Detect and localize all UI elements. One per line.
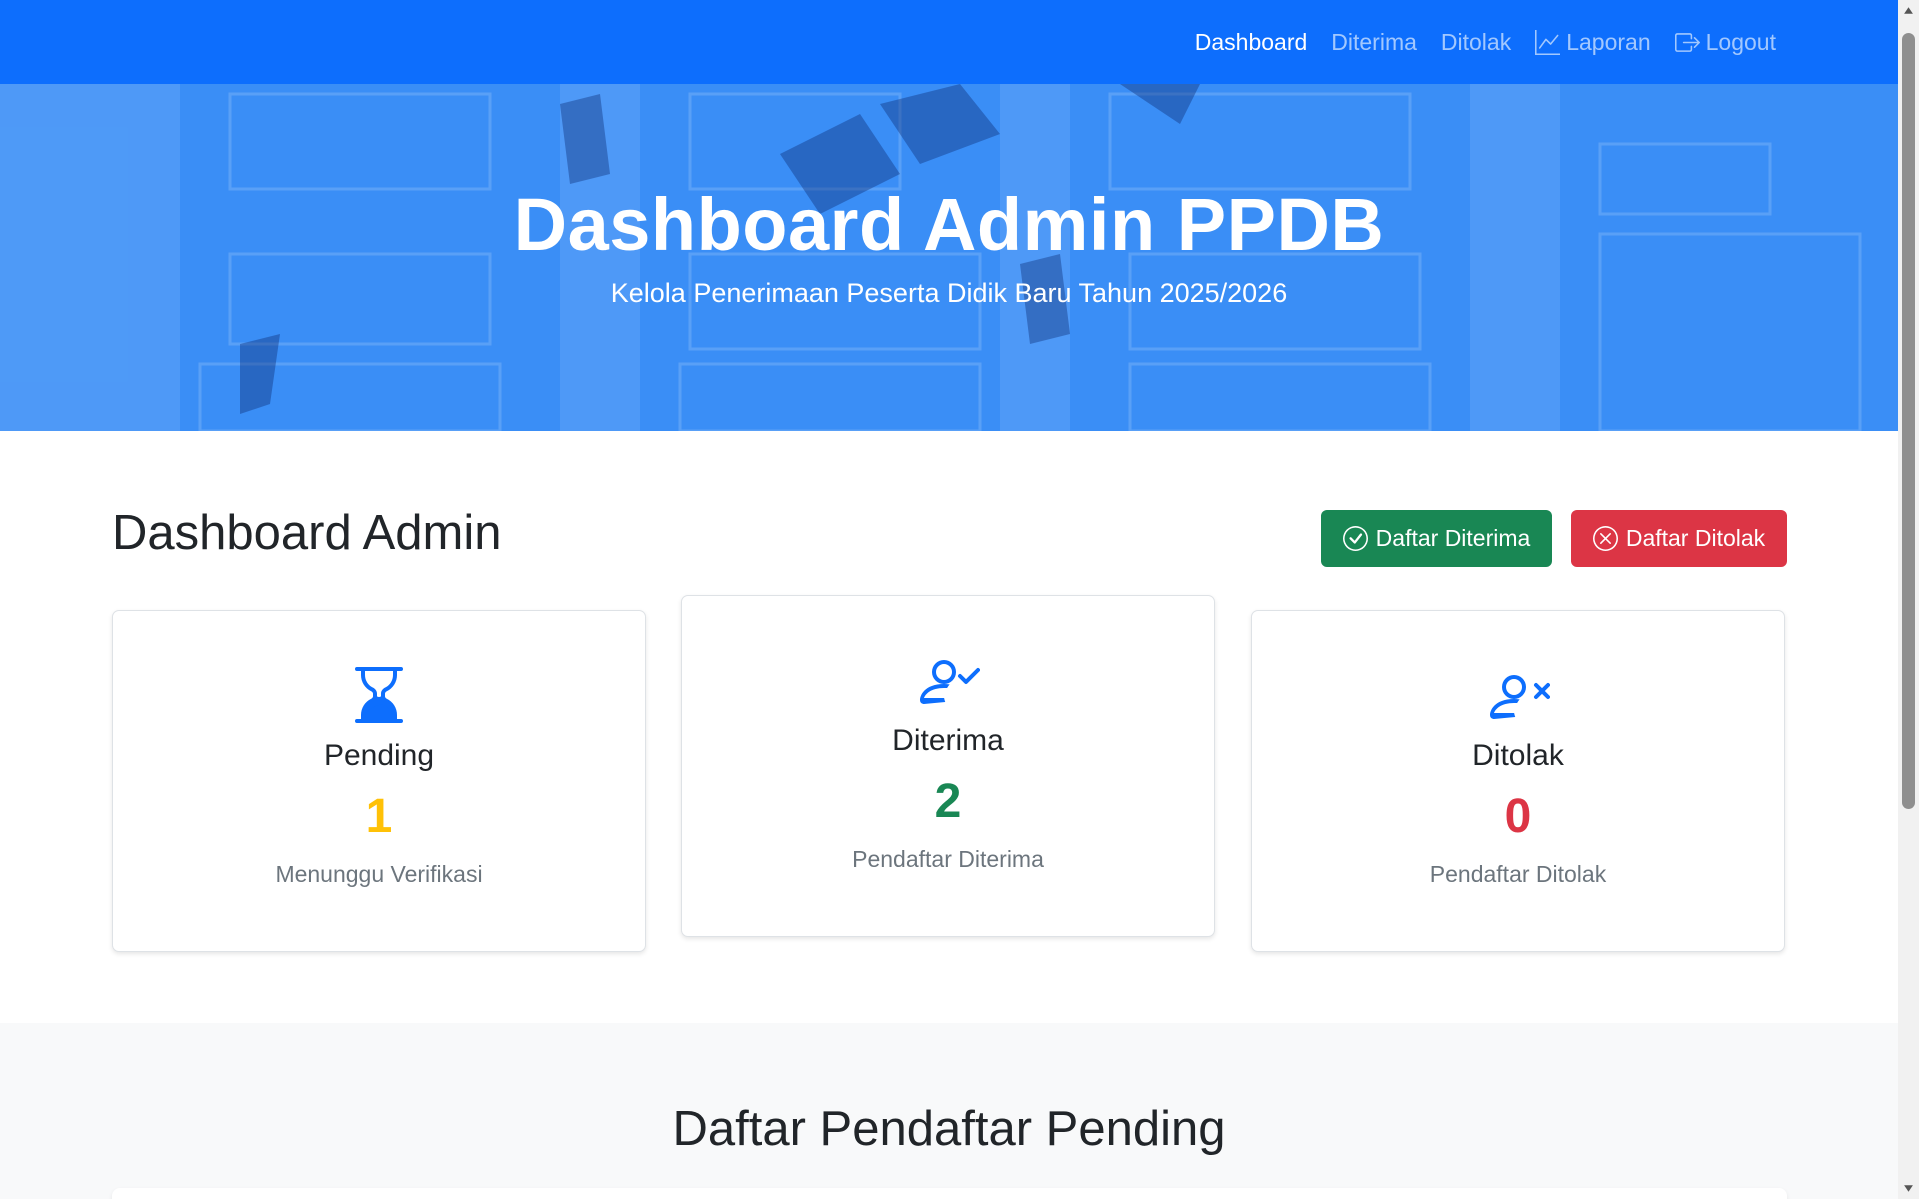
daftar-ditolak-button[interactable]: Daftar Ditolak [1571,510,1787,567]
nav-links: Dashboard Diterima Ditolak Laporan Logou… [1171,0,1776,84]
hero-subtitle: Kelola Penerimaan Peserta Didik Baru Tah… [610,278,1288,308]
graph-up-icon [1535,29,1561,55]
nav-link-dashboard-label: Dashboard [1194,28,1308,55]
box-arrow-right-icon [1674,32,1700,52]
x-circle-icon [1592,526,1618,551]
check-circle-icon [1342,526,1368,551]
nav-link-ditolak-label: Ditolak [1440,28,1512,55]
diterima-card: Diterima 2 Pendaftar Diterima [681,595,1215,937]
daftar-ditolak-label: Daftar Ditolak [1625,525,1766,551]
daftar-diterima-button[interactable]: Daftar Diterima [1321,510,1552,567]
ditolak-card: Ditolak 0 Pendaftar Ditolak [1251,610,1785,952]
nav-link-ditolak[interactable]: Ditolak [1441,29,1511,56]
diterima-card-desc: Pendaftar Diterima [852,846,1044,872]
scroll-thumb[interactable] [1902,33,1915,809]
hourglass-icon [355,667,403,723]
person-check-icon [920,660,980,704]
daftar-diterima-label: Daftar Diterima [1375,525,1531,551]
ditolak-card-count: 0 [1504,790,1532,843]
scrollbar[interactable] [1898,0,1919,1199]
nav-link-laporan-label: Laporan [1566,28,1651,55]
pending-card-label: Pending [323,739,435,772]
pending-card-count: 1 [365,790,393,843]
nav-link-dashboard[interactable]: Dashboard [1195,29,1308,56]
nav-link-logout[interactable]: Logout [1674,28,1776,56]
nav-link-diterima-label: Diterima [1331,28,1417,55]
page: Dashboard Diterima Ditolak Laporan Logou… [0,0,1898,1199]
pending-card: Pending 1 Menunggu Verifikasi [112,610,646,952]
diterima-card-count: 2 [934,775,962,828]
nav-link-logout-label: Logout [1705,28,1776,55]
nav-link-diterima[interactable]: Diterima [1331,29,1417,56]
ditolak-card-label: Ditolak [1472,739,1564,772]
navbar: Dashboard Diterima Ditolak Laporan Logou… [0,0,1898,84]
hero-title: Dashboard Admin PPDB [513,183,1385,266]
ditolak-card-desc: Pendaftar Ditolak [1429,861,1607,887]
hero-banner: Dashboard Admin PPDB Kelola Penerimaan P… [0,84,1898,431]
pending-list-section: Daftar Pendaftar Pending [0,1023,1898,1199]
scroll-down-arrow-icon[interactable] [1903,1183,1914,1194]
diterima-card-label: Diterima [892,724,1004,757]
pending-card-desc: Menunggu Verifikasi [275,861,483,887]
person-x-icon [1490,675,1550,719]
pending-list-title: Daftar Pendaftar Pending [672,1102,1226,1156]
pending-list-card [112,1188,1787,1199]
nav-link-laporan[interactable]: Laporan [1535,28,1651,56]
page-title: Dashboard Admin [112,506,502,560]
scroll-up-arrow-icon[interactable] [1903,5,1914,16]
